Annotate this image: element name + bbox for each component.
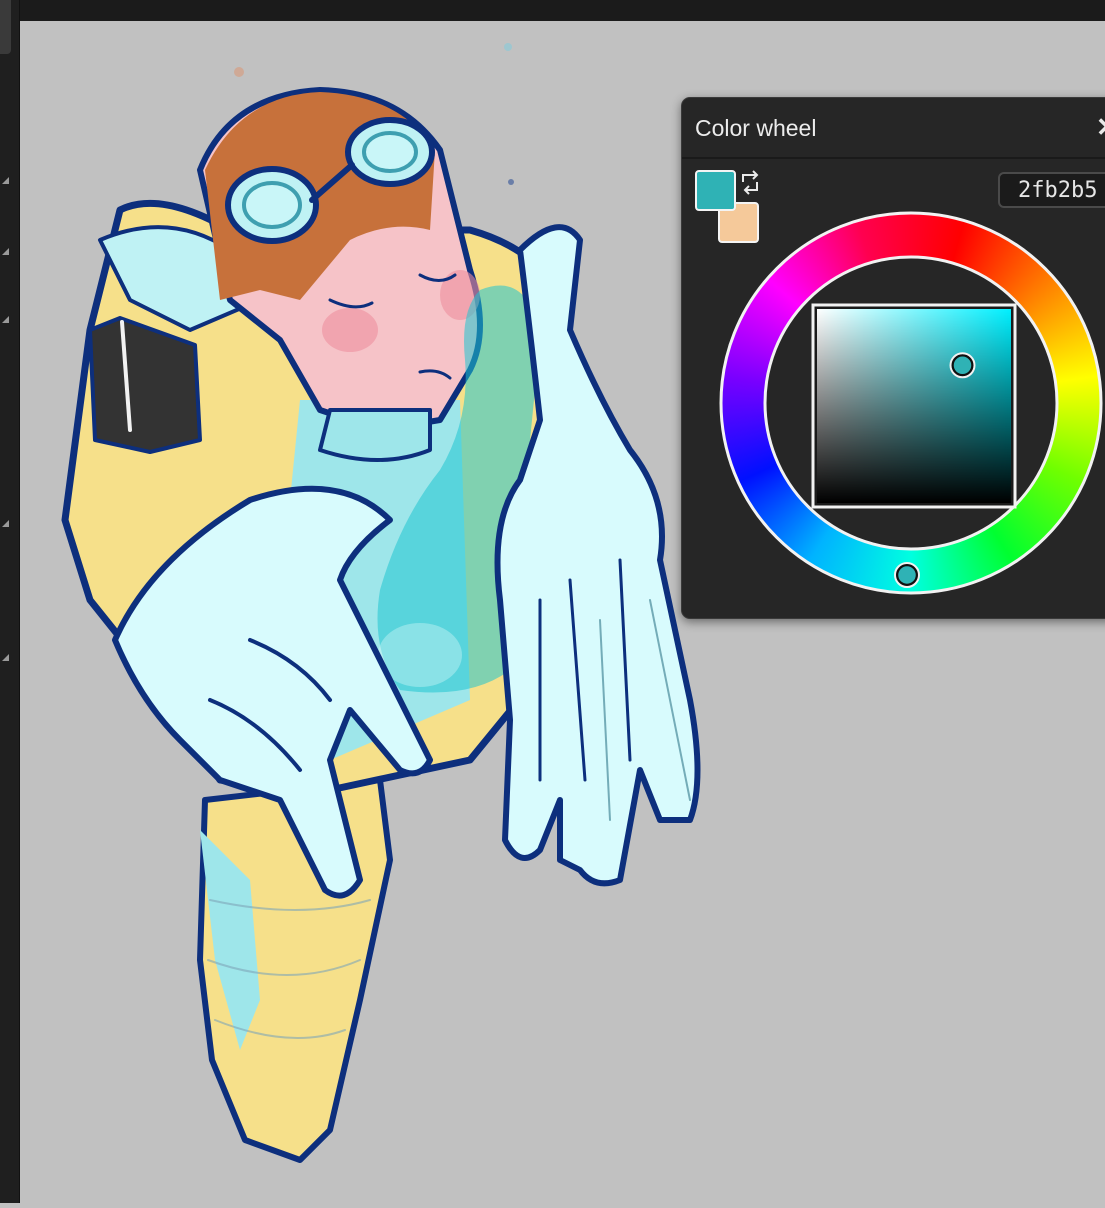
tool-expand-arrow-icon[interactable] xyxy=(2,654,9,661)
saturation-value-square[interactable] xyxy=(811,303,1017,509)
close-icon[interactable]: ✕ xyxy=(1096,112,1105,143)
tool-expand-arrow-icon[interactable] xyxy=(2,177,9,184)
figure-drawing xyxy=(61,43,701,1163)
color-wheel[interactable] xyxy=(716,208,1105,598)
swap-arrows-icon[interactable] xyxy=(737,170,763,196)
tool-expand-arrow-icon[interactable] xyxy=(2,520,9,527)
left-tool-strip xyxy=(0,0,20,1203)
hue-marker[interactable] xyxy=(895,563,919,587)
color-wheel-panel: Color wheel ✕ 2fb2b5 xyxy=(681,97,1105,619)
hex-color-value: 2fb2b5 xyxy=(1018,178,1098,203)
primary-color-swatch[interactable] xyxy=(695,170,736,211)
tool-strip-scrollbar[interactable] xyxy=(0,0,11,54)
tool-expand-arrow-icon[interactable] xyxy=(2,316,9,323)
top-bar xyxy=(0,0,1105,21)
panel-divider xyxy=(682,157,1105,159)
saturation-value-marker[interactable] xyxy=(951,354,974,377)
panel-title: Color wheel xyxy=(695,115,817,141)
hex-color-input[interactable]: 2fb2b5 xyxy=(998,172,1105,208)
tool-expand-arrow-icon[interactable] xyxy=(2,248,9,255)
